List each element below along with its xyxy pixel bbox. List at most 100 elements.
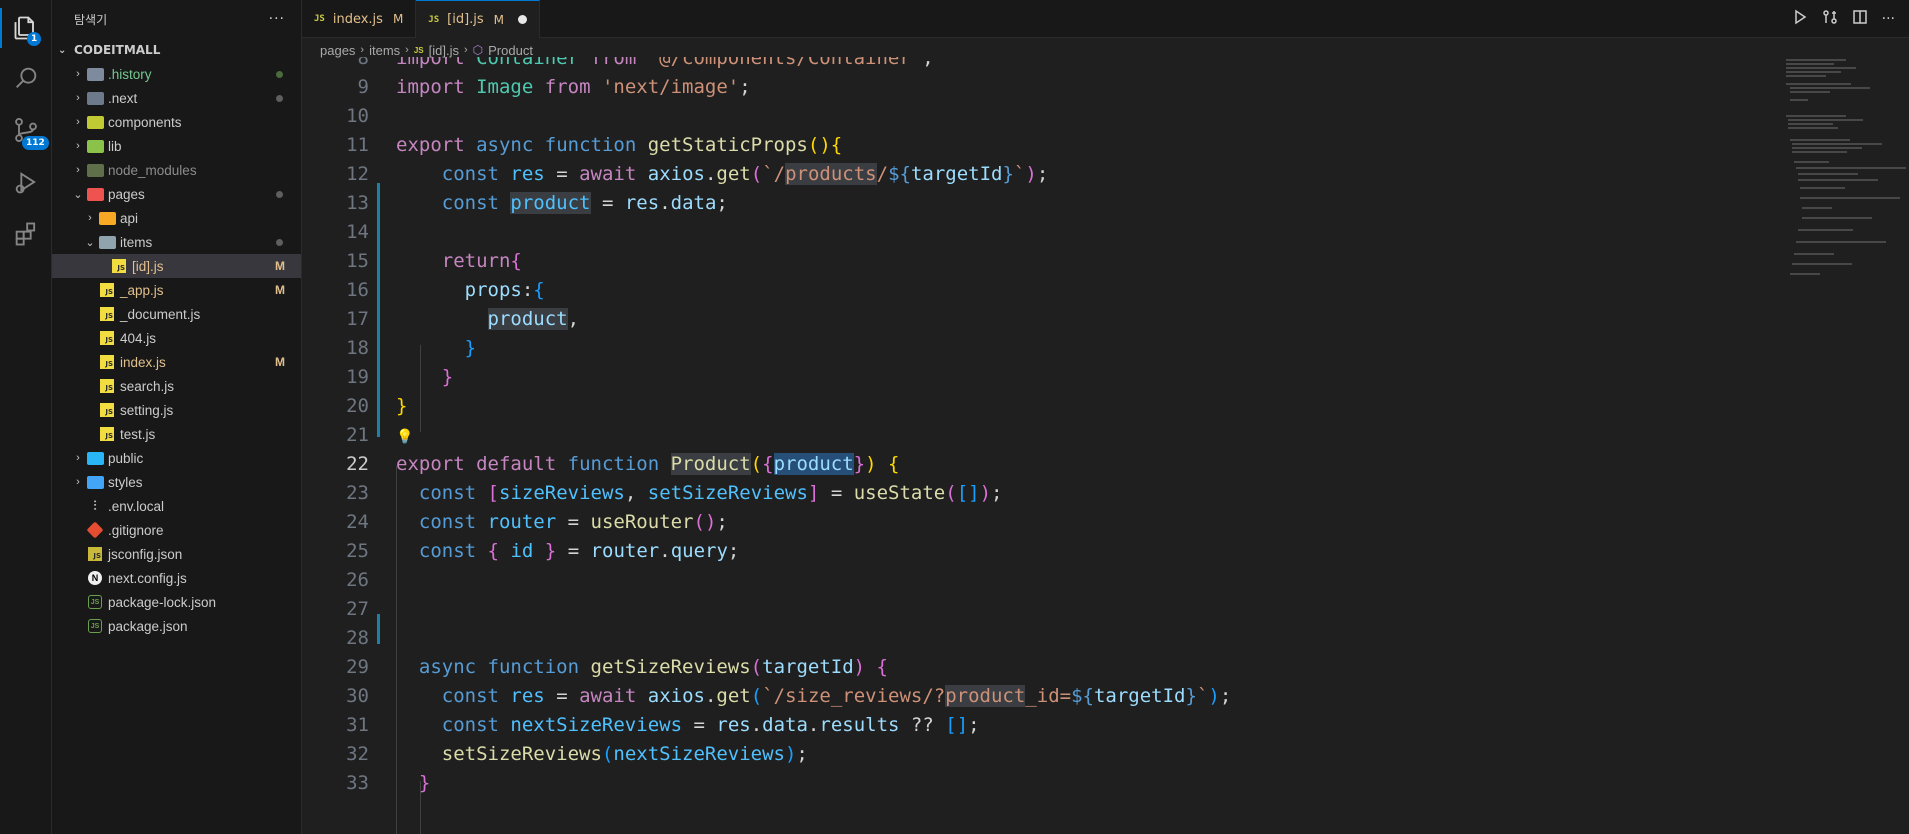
unsaved-dot-icon[interactable] [518, 15, 528, 24]
tree-file-index-js[interactable]: JS index.js M [52, 350, 301, 374]
line-number: 26 [346, 568, 369, 591]
tree-folder-components[interactable]: › components [52, 110, 301, 134]
tree-label: .gitignore [108, 522, 164, 538]
more-actions-button[interactable]: ··· [269, 11, 285, 27]
tab-label: [id].js [447, 12, 484, 27]
chevron-right-icon: › [463, 44, 468, 56]
line-number: 15 [346, 249, 369, 272]
line-number: 17 [346, 307, 369, 330]
folder-icon [86, 450, 104, 466]
tree-folder-next[interactable]: › .next [52, 86, 301, 110]
code-line: 14 [302, 217, 1772, 246]
tree-label: lib [108, 138, 122, 154]
folder-icon [86, 138, 104, 154]
search-icon[interactable] [0, 54, 52, 102]
code-line: 28 [302, 623, 1772, 652]
line-number: 10 [346, 104, 369, 127]
run-icon[interactable] [1792, 9, 1808, 29]
tree-label: 404.js [120, 330, 157, 346]
js-file-icon: JS [86, 546, 104, 562]
more-actions-icon[interactable]: ··· [1882, 11, 1895, 27]
source-control-icon[interactable]: 112 [0, 106, 52, 154]
tree-label: package.json [108, 618, 188, 634]
git-status-dot [276, 238, 283, 246]
code-line: 31 const nextSizeReviews = res.data.resu… [302, 710, 1772, 739]
lightbulb-icon[interactable]: 💡 [396, 429, 413, 445]
git-file-icon [86, 521, 104, 539]
line-number: 18 [346, 336, 369, 359]
tab-label: index.js [332, 11, 383, 27]
line-number: 25 [346, 539, 369, 562]
folder-icon [86, 162, 104, 178]
breadcrumb-item[interactable]: pages [320, 43, 355, 58]
code-line: 24 const router = useRouter(); [302, 507, 1772, 536]
explorer-badge: 1 [27, 32, 42, 46]
extensions-icon[interactable] [0, 210, 52, 258]
chevron-right-icon: › [76, 68, 80, 80]
chevron-right-icon: › [76, 92, 80, 104]
tree-folder-history[interactable]: › .history [52, 62, 301, 86]
folder-open-icon [86, 186, 104, 202]
line-number: 19 [346, 365, 369, 388]
explorer-header: 탐색기 ··· [52, 0, 301, 38]
tree-file-package-json[interactable]: JS package.json [52, 614, 301, 638]
tree-file-app-js[interactable]: JS _app.js M [52, 278, 301, 302]
tree-file-gitignore[interactable]: .gitignore [52, 518, 301, 542]
code-line: 10 [302, 101, 1772, 130]
tree-label: components [108, 114, 182, 130]
run-debug-icon[interactable] [0, 158, 52, 206]
explorer-sidebar: 탐색기 ··· ⌄ CODEITMALL › .history › .next … [52, 0, 302, 834]
code-line: 8 import Container from '@/components/Co… [302, 57, 1772, 72]
tree-file-document-js[interactable]: JS _document.js [52, 302, 301, 326]
chevron-down-icon: ⌄ [73, 188, 83, 201]
breadcrumb-item[interactable]: Product [488, 43, 533, 58]
tree-file-id-js[interactable]: JS [id].js M [52, 254, 301, 278]
code-line: 32 setSizeReviews(nextSizeReviews); [302, 739, 1772, 768]
line-number: 12 [346, 162, 369, 185]
tab-modified-badge: M [392, 12, 404, 26]
tree-label: package-lock.json [108, 594, 217, 610]
line-number: 33 [346, 771, 369, 794]
js-file-icon: JS [98, 354, 116, 370]
tree-file-setting-js[interactable]: JS setting.js [52, 398, 301, 422]
tree-folder-lib[interactable]: › lib [52, 134, 301, 158]
breadcrumb-item[interactable]: [id].js [429, 43, 459, 58]
tree-file-search-js[interactable]: JS search.js [52, 374, 301, 398]
tree-file-jsconfig[interactable]: JS jsconfig.json [52, 542, 301, 566]
tab-index-js[interactable]: JS index.js M [302, 0, 417, 38]
compare-changes-icon[interactable] [1822, 9, 1838, 29]
chevron-right-icon: › [76, 140, 80, 152]
workspace-section[interactable]: ⌄ CODEITMALL [52, 38, 301, 62]
nodejs-file-icon: JS [86, 618, 104, 634]
tree-file-404-js[interactable]: JS 404.js [52, 326, 301, 350]
code-line: 23 const [sizeReviews, setSizeReviews] =… [302, 478, 1772, 507]
tree-label: index.js [120, 354, 166, 370]
explorer-icon[interactable]: 1 [0, 4, 52, 52]
chevron-right-icon: › [76, 164, 80, 176]
tab-modified-badge: M [493, 12, 505, 27]
git-status-dot [276, 94, 283, 102]
tree-file-test-js[interactable]: JS test.js [52, 422, 301, 446]
chevron-right-icon: › [88, 212, 92, 224]
tree-folder-node-modules[interactable]: › node_modules [52, 158, 301, 182]
tree-folder-pages[interactable]: ⌄ pages [52, 182, 301, 206]
tree-label: .next [108, 90, 138, 106]
tree-file-package-lock[interactable]: JS package-lock.json [52, 590, 301, 614]
tree-folder-api[interactable]: › api [52, 206, 301, 230]
tree-folder-items[interactable]: ⌄ items [52, 230, 301, 254]
chevron-right-icon: › [76, 452, 80, 464]
tree-folder-public[interactable]: › public [52, 446, 301, 470]
chevron-down-icon: ⌄ [85, 236, 95, 249]
source-control-badge: 112 [22, 136, 49, 150]
tree-file-env-local[interactable]: ⫶ .env.local [52, 494, 301, 518]
code-editor[interactable]: 8 import Container from '@/components/Co… [302, 57, 1772, 834]
code-line: 26 [302, 565, 1772, 594]
git-status-dot [276, 190, 283, 198]
split-editor-icon[interactable] [1852, 9, 1868, 29]
tab-id-js[interactable]: JS [id].js M [416, 0, 541, 38]
tree-file-next-config[interactable]: N next.config.js [52, 566, 301, 590]
breadcrumb-item[interactable]: items [369, 43, 400, 58]
tree-folder-styles[interactable]: › styles [52, 470, 301, 494]
chevron-right-icon: › [76, 476, 80, 488]
minimap[interactable] [1782, 57, 1906, 287]
